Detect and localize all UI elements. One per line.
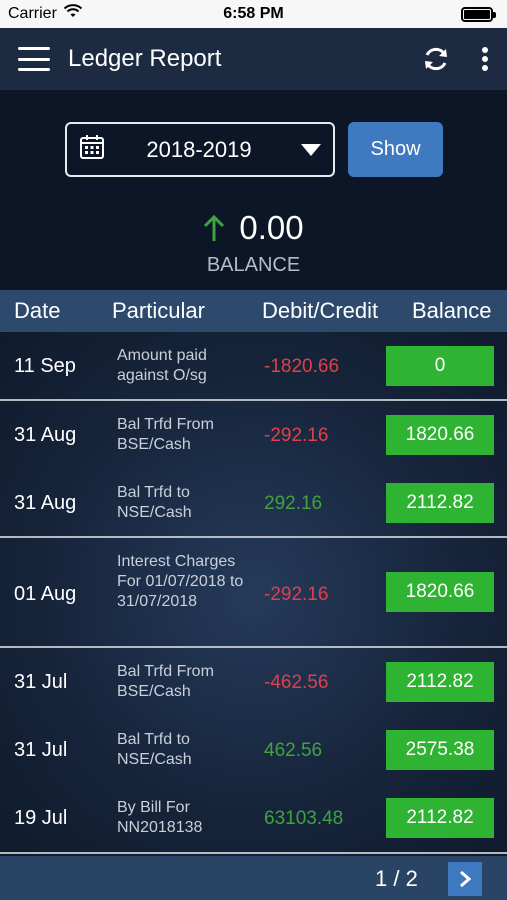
- table-row[interactable]: 11 Sep Amount paid against O/sg -1820.66…: [0, 332, 507, 400]
- calendar-icon: [79, 134, 105, 165]
- row-particular: Bal Trfd to NSE/Cash: [117, 484, 192, 521]
- table-row[interactable]: 31 Aug Bal Trfd to NSE/Cash 292.16 2112.…: [0, 469, 507, 537]
- row-particular: Interest Charges For 01/07/2018 to 31/07…: [117, 553, 244, 610]
- row-particular: Amount paid against O/sg: [117, 347, 207, 384]
- row-amount: 292.16: [264, 493, 323, 514]
- row-divider: [0, 852, 507, 854]
- table-row[interactable]: 31 Jul Bal Trfd to NSE/Cash 462.56 2575.…: [0, 716, 507, 784]
- refresh-icon[interactable]: [421, 44, 451, 74]
- row-particular: Bal Trfd From BSE/Cash: [117, 416, 214, 453]
- row-balance-badge: 2112.82: [386, 798, 494, 838]
- row-balance-badge: 1820.66: [386, 572, 494, 612]
- row-balance-badge: 1820.66: [386, 415, 494, 455]
- chevron-down-icon: [301, 143, 321, 156]
- summary-panel: 2018-2019 Show 0.00 BALANCE: [0, 90, 507, 290]
- row-amount: -1820.66: [264, 356, 340, 377]
- row-amount: -462.56: [264, 672, 329, 693]
- row-balance-badge: 0: [386, 346, 494, 386]
- chevron-right-icon: [460, 870, 472, 888]
- row-balance-badge: 2112.82: [386, 483, 494, 523]
- row-date: 01 Aug: [14, 583, 77, 605]
- balance-label: BALANCE: [206, 254, 301, 276]
- row-date: 31 Jul: [14, 671, 68, 693]
- battery-icon: [461, 6, 496, 22]
- show-button[interactable]: Show: [348, 122, 443, 177]
- table-row[interactable]: 01 Aug Interest Charges For 01/07/2018 t…: [0, 538, 507, 646]
- row-balance-badge: 2112.82: [386, 662, 494, 702]
- app-bar: Ledger Report: [0, 28, 507, 90]
- arrow-up-icon: [203, 214, 225, 242]
- table-row[interactable]: 31 Jul Bal Trfd From BSE/Cash -462.56 21…: [0, 648, 507, 716]
- status-bar: Carrier 6:58 PM: [0, 0, 507, 28]
- table-row[interactable]: 31 Aug Bal Trfd From BSE/Cash -292.16 18…: [0, 401, 507, 469]
- row-amount: -292.16: [264, 584, 329, 605]
- row-particular: Bal Trfd to NSE/Cash: [117, 731, 192, 768]
- balance-value-row: 0.00: [0, 208, 507, 248]
- row-amount: -292.16: [264, 425, 329, 446]
- page-indicator: 1 / 2: [375, 866, 418, 891]
- row-date: 19 Jul: [14, 807, 68, 829]
- ledger-table-header: Date Particular Debit/Credit Balance: [0, 290, 507, 332]
- row-date: 31 Aug: [14, 492, 77, 514]
- row-date: 31 Jul: [14, 739, 68, 761]
- row-particular: Bal Trfd From BSE/Cash: [117, 663, 214, 700]
- page-title: Ledger Report: [68, 45, 222, 72]
- header-particular: Particular: [112, 298, 205, 323]
- balance-amount: 0.00: [239, 209, 304, 246]
- table-row[interactable]: 19 Jul By Bill For NN2018138 63103.48 21…: [0, 784, 507, 852]
- row-particular: By Bill For NN2018138: [117, 799, 203, 836]
- carrier-label: Carrier: [8, 5, 57, 22]
- pagination-bar: 1 / 2: [0, 856, 507, 900]
- next-page-button[interactable]: [448, 862, 482, 896]
- ledger-table-body: 11 Sep Amount paid against O/sg -1820.66…: [0, 332, 507, 856]
- row-amount: 462.56: [264, 740, 323, 761]
- wifi-icon: [63, 4, 83, 24]
- more-options-icon[interactable]: [481, 46, 489, 72]
- header-balance: Balance: [412, 298, 492, 323]
- row-amount: 63103.48: [264, 808, 344, 829]
- selected-year: 2018-2019: [146, 136, 252, 162]
- header-debit-credit: Debit/Credit: [262, 298, 379, 323]
- row-balance-badge: 2575.38: [386, 730, 494, 770]
- row-date: 31 Aug: [14, 424, 77, 446]
- financial-year-dropdown[interactable]: 2018-2019: [65, 122, 335, 177]
- menu-icon[interactable]: [18, 47, 50, 71]
- header-date: Date: [14, 298, 61, 323]
- row-date: 11 Sep: [14, 355, 76, 377]
